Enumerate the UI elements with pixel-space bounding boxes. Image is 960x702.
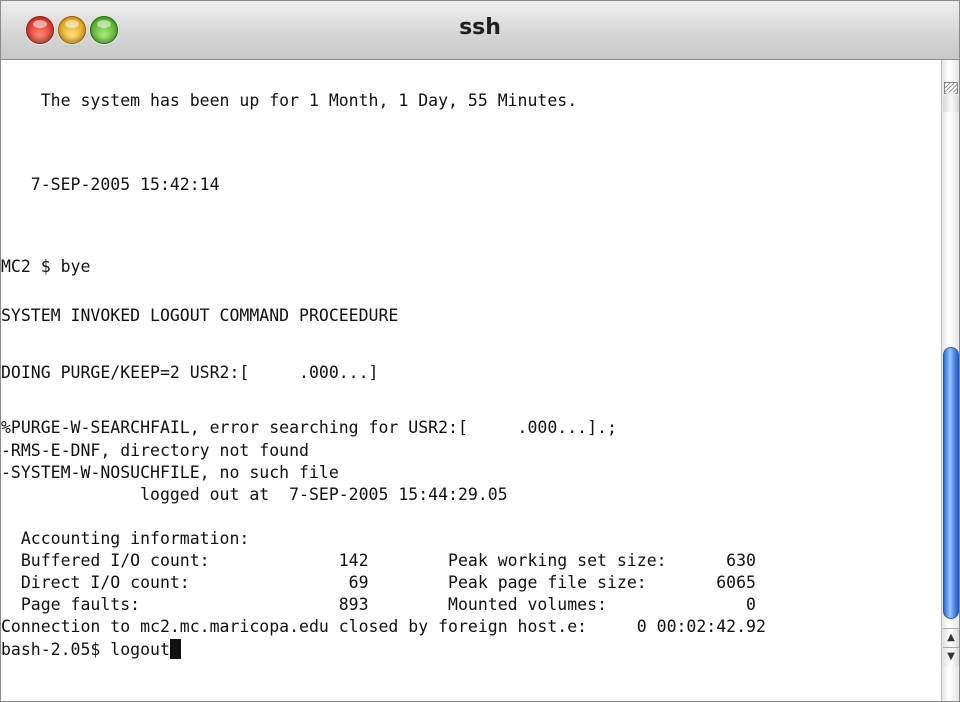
terminal-line: bash-2.05$ logout xyxy=(1,640,170,659)
vertical-scrollbar[interactable]: ▲ ▼ xyxy=(941,60,959,701)
terminal-line: SYSTEM INVOKED LOGOUT COMMAND PROCEEDURE xyxy=(1,306,399,325)
terminal-line: The system has been up for 1 Month, 1 Da… xyxy=(1,91,578,110)
window-title: ssh xyxy=(459,15,501,40)
terminal-line: -SYSTEM-W-NOSUCHFILE, no such file xyxy=(1,463,339,482)
scroll-up-arrow-icon[interactable]: ▲ xyxy=(943,628,959,647)
terminal-line: -RMS-E-DNF, directory not found xyxy=(1,441,309,460)
text-cursor xyxy=(169,639,181,659)
terminal-line: Connection to mc2.mc.maricopa.edu closed… xyxy=(1,617,766,636)
scroll-down-arrow-icon[interactable]: ▼ xyxy=(943,647,959,666)
terminal-line: Accounting information: xyxy=(1,529,250,548)
terminal-line: DOING PURGE/KEEP=2 USR2:[ .000...] xyxy=(1,363,379,382)
terminal-line: logged out at 7-SEP-2005 15:44:29.05 xyxy=(1,485,508,504)
terminal-line: Direct I/O count: 69 Peak page file size… xyxy=(1,573,756,592)
scroll-track-cap xyxy=(943,92,959,112)
terminal-line: Buffered I/O count: 142 Peak working set… xyxy=(1,551,756,570)
terminal-window: ssh The system has been up for 1 Month, … xyxy=(0,0,960,702)
title-bar[interactable]: ssh xyxy=(1,1,959,60)
terminal-line: MC2 $ bye xyxy=(1,257,91,276)
terminal-line: 7-SEP-2005 15:42:14 xyxy=(1,175,220,194)
terminal-line: Page faults: 893 Mounted volumes: 0 xyxy=(1,595,756,614)
terminal-prompt-line[interactable]: bash-2.05$ logout xyxy=(1,639,181,661)
terminal-output[interactable]: The system has been up for 1 Month, 1 Da… xyxy=(1,60,941,701)
scroll-thumb[interactable] xyxy=(943,347,959,619)
terminal-line: %PURGE-W-SEARCHFAIL, error searching for… xyxy=(1,418,617,437)
